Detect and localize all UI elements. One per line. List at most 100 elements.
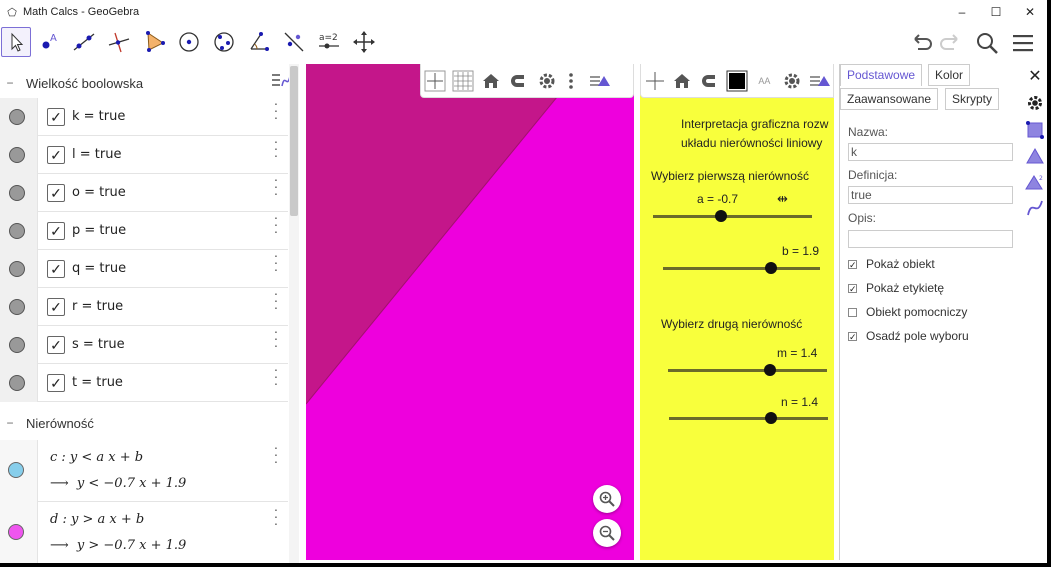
inequality-definition[interactable]: c : y < a x + b bbox=[50, 450, 143, 465]
row-menu-icon[interactable]: · · · bbox=[270, 440, 282, 468]
visibility-toggle-dot[interactable] bbox=[9, 147, 25, 163]
maximize-button[interactable]: ☐ bbox=[979, 0, 1013, 24]
slider-track[interactable] bbox=[663, 267, 820, 270]
checkbox-box[interactable]: ✓ bbox=[848, 283, 857, 293]
zoom-out-button[interactable] bbox=[593, 519, 621, 547]
graphics-view-2[interactable]: AA Interpretacja graficzna rozw układu n… bbox=[640, 64, 834, 560]
visibility-marker[interactable] bbox=[0, 136, 38, 174]
row-menu-icon[interactable]: · · · bbox=[270, 324, 282, 352]
boolean-row[interactable]: ✓ q = true · · · bbox=[0, 248, 288, 288]
line-tool-button[interactable] bbox=[69, 27, 99, 57]
visibility-toggle-dot[interactable] bbox=[8, 524, 24, 540]
checkbox-box[interactable]: ✓ bbox=[848, 331, 857, 341]
slider-tool-button[interactable]: a=2 bbox=[314, 27, 344, 57]
home-view-button[interactable] bbox=[477, 67, 505, 95]
axes-toggle-button[interactable] bbox=[641, 67, 668, 95]
axes-toggle-button[interactable] bbox=[421, 67, 449, 95]
visibility-toggle-dot[interactable] bbox=[9, 261, 25, 277]
boolean-checkbox[interactable]: ✓ bbox=[47, 146, 65, 164]
visibility-marker[interactable] bbox=[0, 502, 38, 563]
inequality-row[interactable]: d : y > a x + b ⟶ y > −0.7 x + 1.9 · · · bbox=[0, 502, 288, 563]
reflect-tool-button[interactable] bbox=[279, 27, 309, 57]
slider-knob[interactable] bbox=[715, 210, 728, 222]
checkbox-box[interactable] bbox=[848, 307, 857, 317]
boolean-checkbox[interactable]: ✓ bbox=[47, 374, 65, 392]
boolean-checkbox[interactable]: ✓ bbox=[47, 260, 65, 278]
visibility-toggle-dot[interactable] bbox=[9, 299, 25, 315]
close-properties-button[interactable]: ✕ bbox=[1025, 66, 1045, 86]
visibility-toggle-dot[interactable] bbox=[8, 462, 24, 478]
property-checkbox[interactable]: Obiekt pomocniczy bbox=[848, 305, 967, 319]
group-header-inequality[interactable]: − Nierówność bbox=[0, 406, 288, 440]
inequality-row[interactable]: c : y < a x + b ⟶ y < −0.7 x + 1.9 · · · bbox=[0, 440, 288, 502]
zoom-in-button[interactable] bbox=[593, 485, 621, 513]
tab-basic[interactable]: Podstawowe bbox=[840, 64, 923, 86]
point-capturing-button[interactable] bbox=[505, 67, 533, 95]
graphics-category-button[interactable] bbox=[1025, 120, 1045, 140]
tab-color[interactable]: Kolor bbox=[928, 64, 971, 86]
row-menu-icon[interactable]: · · · bbox=[270, 96, 282, 124]
boolean-row[interactable]: ✓ o = true · · · bbox=[0, 172, 288, 212]
conic-tool-button[interactable] bbox=[209, 27, 239, 57]
boolean-row[interactable]: ✓ s = true · · · bbox=[0, 324, 288, 364]
boolean-checkbox[interactable]: ✓ bbox=[47, 298, 65, 316]
row-menu-icon[interactable]: · · · bbox=[270, 172, 282, 200]
boolean-row[interactable]: ✓ r = true · · · bbox=[0, 286, 288, 326]
visibility-marker[interactable] bbox=[0, 250, 38, 288]
toggle-style-bar-button[interactable] bbox=[585, 67, 613, 95]
caption-field[interactable] bbox=[848, 230, 1013, 248]
group-header-boolean[interactable]: − Wielkość boolowska bbox=[0, 66, 288, 100]
inequality-definition[interactable]: d : y > a x + b bbox=[50, 512, 144, 527]
perpendicular-tool-button[interactable] bbox=[104, 27, 134, 57]
row-menu-icon[interactable]: · · · bbox=[270, 248, 282, 276]
undo-button[interactable] bbox=[906, 28, 936, 58]
algebra-scrollbar[interactable] bbox=[289, 64, 299, 563]
visibility-marker[interactable] bbox=[0, 364, 38, 402]
settings-category-button[interactable] bbox=[1025, 93, 1045, 113]
main-menu-button[interactable] bbox=[1008, 28, 1038, 58]
name-field[interactable]: k bbox=[848, 143, 1013, 161]
slider-track[interactable] bbox=[653, 215, 812, 218]
slider-track[interactable] bbox=[669, 417, 828, 420]
visibility-marker[interactable] bbox=[0, 212, 38, 250]
slider-knob[interactable] bbox=[763, 364, 776, 376]
circle-tool-button[interactable] bbox=[174, 27, 204, 57]
visibility-toggle-dot[interactable] bbox=[9, 185, 25, 201]
row-menu-icon[interactable]: · · · bbox=[270, 286, 282, 314]
boolean-row[interactable]: ✓ p = true · · · bbox=[0, 210, 288, 250]
slider-track[interactable] bbox=[668, 369, 827, 372]
slider-knob[interactable] bbox=[765, 262, 778, 274]
boolean-checkbox[interactable]: ✓ bbox=[47, 222, 65, 240]
boolean-checkbox[interactable]: ✓ bbox=[47, 184, 65, 202]
visibility-toggle-dot[interactable] bbox=[9, 223, 25, 239]
visibility-toggle-dot[interactable] bbox=[9, 375, 25, 391]
graphics2-settings-button[interactable] bbox=[778, 67, 805, 95]
graphics-settings-button[interactable] bbox=[533, 67, 561, 95]
polygon-tool-button[interactable] bbox=[139, 27, 169, 57]
row-menu-icon[interactable]: · · · bbox=[270, 210, 282, 238]
collapse-icon[interactable]: − bbox=[2, 76, 18, 90]
property-checkbox[interactable]: ✓ Osadź pole wyboru bbox=[848, 329, 969, 343]
redo-button[interactable] bbox=[936, 28, 966, 58]
row-menu-icon[interactable]: · · · bbox=[270, 134, 282, 162]
point-capturing-button[interactable] bbox=[696, 67, 723, 95]
row-menu-icon[interactable]: · · · bbox=[270, 502, 282, 530]
search-button[interactable] bbox=[972, 28, 1002, 58]
visibility-marker[interactable] bbox=[0, 98, 38, 136]
tab-advanced[interactable]: Zaawansowane bbox=[840, 88, 939, 110]
grid-toggle-button[interactable] bbox=[449, 67, 477, 95]
color-picker-button[interactable] bbox=[723, 67, 750, 95]
angle-tool-button[interactable] bbox=[244, 27, 274, 57]
graphics3-category-button[interactable]: 2 bbox=[1025, 172, 1045, 192]
slider-knob[interactable] bbox=[764, 412, 777, 424]
row-menu-icon[interactable]: · · · bbox=[270, 362, 282, 390]
boolean-checkbox[interactable]: ✓ bbox=[47, 108, 65, 126]
collapse-icon[interactable]: − bbox=[2, 416, 18, 430]
visibility-marker[interactable] bbox=[0, 440, 38, 502]
boolean-row[interactable]: ✓ l = true · · · bbox=[0, 134, 288, 174]
property-checkbox[interactable]: ✓ Pokaż etykietę bbox=[848, 281, 944, 295]
minimize-button[interactable]: – bbox=[945, 0, 979, 24]
boolean-checkbox[interactable]: ✓ bbox=[47, 336, 65, 354]
visibility-toggle-dot[interactable] bbox=[9, 337, 25, 353]
point-tool-button[interactable]: A bbox=[34, 27, 64, 57]
